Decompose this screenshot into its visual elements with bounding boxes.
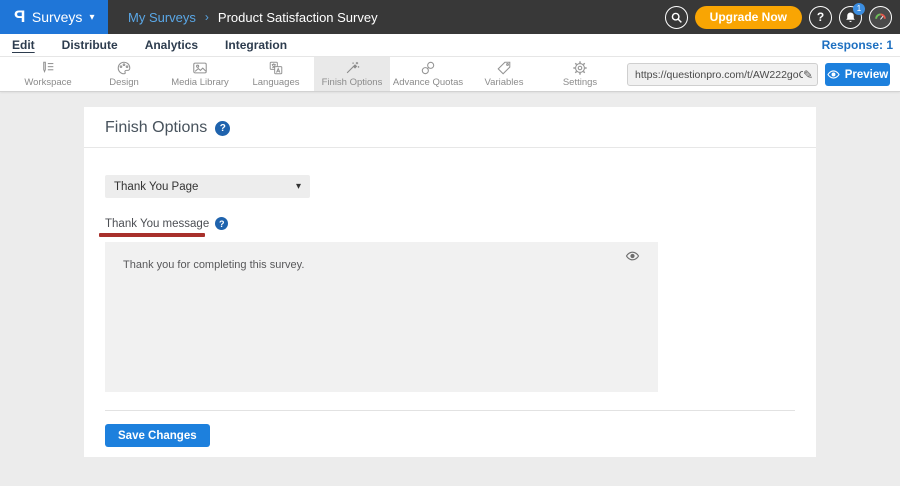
chain-link-icon bbox=[420, 60, 436, 76]
gear-icon bbox=[572, 60, 588, 76]
chevron-down-icon: ▾ bbox=[296, 181, 301, 192]
edit-url-pencil-icon[interactable]: ✎ bbox=[803, 68, 813, 82]
page-title: Finish Options bbox=[105, 119, 207, 137]
toolbar-label: Media Library bbox=[171, 77, 229, 88]
account-gauge-avatar[interactable] bbox=[869, 6, 892, 29]
survey-url-input[interactable] bbox=[635, 69, 803, 81]
toolbar-item-design[interactable]: Design bbox=[86, 57, 162, 91]
image-icon bbox=[192, 60, 208, 76]
toolbar-label: Design bbox=[109, 77, 139, 88]
thank-you-message-label: Thank You message bbox=[105, 218, 209, 230]
thank-you-message-editor[interactable]: Thank you for completing this survey. bbox=[105, 242, 658, 392]
search-icon bbox=[670, 11, 683, 24]
surveys-product-menu[interactable]: P Surveys ▾ bbox=[0, 0, 108, 34]
response-count[interactable]: Response: 1 bbox=[822, 38, 893, 52]
toolbar-item-workspace[interactable]: Workspace bbox=[10, 57, 86, 91]
toolbar-label: Workspace bbox=[24, 77, 71, 88]
finish-options-card: Finish Options ? Thank You Page ▾ Thank … bbox=[84, 107, 816, 457]
survey-url-box: ✎ bbox=[627, 63, 818, 86]
breadcrumb-survey-title: Product Satisfaction Survey bbox=[218, 10, 378, 25]
notification-badge: 1 bbox=[853, 3, 865, 15]
tag-icon bbox=[496, 60, 512, 76]
tab-edit[interactable]: Edit bbox=[12, 38, 35, 52]
breadcrumb-separator-icon: › bbox=[205, 10, 209, 24]
toolbar-item-settings[interactable]: Settings bbox=[542, 57, 618, 91]
section-divider bbox=[105, 410, 795, 411]
page-content: Finish Options ? Thank You Page ▾ Thank … bbox=[0, 92, 900, 457]
topbar-actions: Upgrade Now ? 1 bbox=[665, 0, 892, 34]
finish-type-value: Thank You Page bbox=[114, 181, 296, 193]
tab-integration[interactable]: Integration bbox=[225, 38, 287, 52]
thank-you-message-text: Thank you for completing this survey. bbox=[123, 259, 304, 271]
breadcrumb-my-surveys[interactable]: My Surveys bbox=[128, 10, 196, 25]
magic-wand-icon bbox=[344, 60, 360, 76]
preview-button[interactable]: Preview bbox=[825, 63, 890, 86]
finish-options-help-icon[interactable]: ? bbox=[215, 121, 230, 136]
toolbar-item-advance-quotas[interactable]: Advance Quotas bbox=[390, 57, 466, 91]
annotation-red-underline bbox=[99, 233, 205, 237]
gauge-icon bbox=[873, 10, 888, 25]
card-header: Finish Options ? bbox=[84, 107, 816, 148]
toolbar-item-finish-options[interactable]: Finish Options bbox=[314, 57, 390, 91]
toolbar-label: Settings bbox=[563, 77, 597, 88]
top-bar: P Surveys ▾ My Surveys › Product Satisfa… bbox=[0, 0, 900, 34]
notifications-button[interactable]: 1 bbox=[839, 6, 862, 29]
edit-toolbar: Workspace Design Media Library bbox=[0, 57, 900, 92]
survey-nav-tabs: Edit Distribute Analytics Integration Re… bbox=[0, 34, 900, 57]
message-preview-eye-icon[interactable] bbox=[625, 250, 640, 265]
help-button[interactable]: ? bbox=[809, 6, 832, 29]
card-body: Thank You Page ▾ Thank You message ? Tha… bbox=[84, 148, 816, 447]
product-menu-label: Surveys bbox=[32, 9, 83, 25]
tab-analytics[interactable]: Analytics bbox=[145, 38, 198, 52]
toolbar-label: Variables bbox=[485, 77, 524, 88]
breadcrumb: My Surveys › Product Satisfaction Survey bbox=[128, 10, 378, 25]
preview-label: Preview bbox=[845, 69, 888, 81]
upgrade-now-button[interactable]: Upgrade Now bbox=[695, 6, 802, 29]
finish-type-select[interactable]: Thank You Page ▾ bbox=[105, 175, 310, 198]
workspace-icon bbox=[40, 60, 56, 76]
toolbar-item-variables[interactable]: Variables bbox=[466, 57, 542, 91]
toolbar-item-media-library[interactable]: Media Library bbox=[162, 57, 238, 91]
toolbar-label: Languages bbox=[252, 77, 299, 88]
questionpro-logo-icon: P bbox=[14, 7, 25, 27]
tab-distribute[interactable]: Distribute bbox=[62, 38, 118, 52]
thank-you-message-help-icon[interactable]: ? bbox=[215, 217, 228, 230]
search-button[interactable] bbox=[665, 6, 688, 29]
chevron-down-icon: ▾ bbox=[89, 12, 94, 23]
eye-icon bbox=[827, 69, 840, 80]
palette-icon bbox=[116, 60, 132, 76]
save-changes-button[interactable]: Save Changes bbox=[105, 424, 210, 447]
toolbar-item-languages[interactable]: Languages bbox=[238, 57, 314, 91]
toolbar-label: Advance Quotas bbox=[393, 77, 463, 88]
question-icon: ? bbox=[817, 10, 824, 24]
translate-icon bbox=[268, 60, 284, 76]
message-label-row: Thank You message ? bbox=[105, 217, 795, 230]
toolbar-label: Finish Options bbox=[322, 77, 383, 88]
